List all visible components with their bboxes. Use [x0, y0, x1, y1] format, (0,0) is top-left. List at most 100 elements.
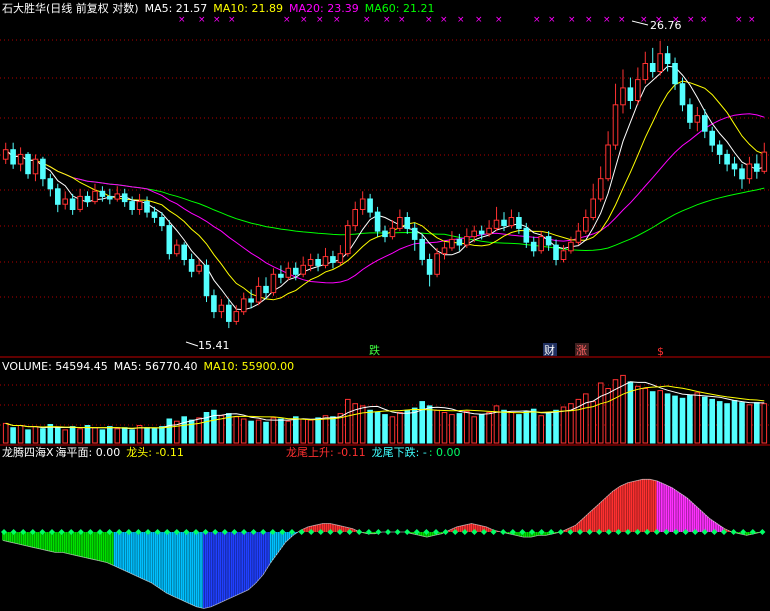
- volume-bar[interactable]: [121, 427, 128, 444]
- volume-bar[interactable]: [55, 427, 61, 444]
- candle[interactable]: [642, 63, 649, 81]
- volume-bar[interactable]: [285, 420, 292, 444]
- candle[interactable]: [285, 267, 292, 278]
- candle[interactable]: [568, 241, 574, 252]
- candle[interactable]: [99, 190, 106, 197]
- candle[interactable]: [293, 267, 299, 275]
- volume-bar[interactable]: [464, 410, 470, 444]
- volume-bar[interactable]: [129, 429, 135, 444]
- candle[interactable]: [107, 195, 113, 200]
- volume-bar[interactable]: [278, 418, 284, 444]
- volume-bar[interactable]: [196, 417, 202, 444]
- volume-bar[interactable]: [553, 409, 559, 444]
- candle[interactable]: [627, 87, 634, 102]
- volume-bar[interactable]: [538, 415, 545, 444]
- candle[interactable]: [17, 153, 24, 165]
- candle[interactable]: [456, 238, 463, 246]
- volume-bar[interactable]: [382, 414, 388, 444]
- candle[interactable]: [575, 230, 582, 243]
- candle[interactable]: [516, 217, 522, 229]
- volume-bar[interactable]: [69, 426, 76, 444]
- volume-bar[interactable]: [345, 398, 351, 444]
- volume-bar[interactable]: [501, 409, 507, 444]
- volume-bar[interactable]: [657, 390, 664, 444]
- volume-bar[interactable]: [25, 429, 31, 444]
- candle[interactable]: [464, 236, 470, 246]
- candle[interactable]: [731, 163, 738, 170]
- candle[interactable]: [679, 83, 686, 106]
- candle[interactable]: [203, 264, 210, 297]
- candle[interactable]: [352, 209, 358, 227]
- event-fall-marker[interactable]: 跌: [369, 343, 380, 357]
- volume-bar[interactable]: [754, 402, 760, 444]
- candle[interactable]: [538, 236, 545, 252]
- volume-bar[interactable]: [159, 426, 165, 444]
- candle[interactable]: [471, 230, 477, 238]
- volume-bar[interactable]: [330, 416, 336, 444]
- volume-bar[interactable]: [449, 414, 455, 444]
- candle[interactable]: [359, 198, 366, 210]
- candle[interactable]: [315, 259, 321, 266]
- volume-bar[interactable]: [248, 420, 254, 444]
- candle[interactable]: [218, 304, 225, 313]
- candle[interactable]: [583, 217, 589, 232]
- volume-bar[interactable]: [605, 388, 611, 444]
- volume-bar[interactable]: [679, 397, 686, 444]
- event-s-marker[interactable]: $: [657, 345, 664, 358]
- candle[interactable]: [144, 201, 150, 213]
- candle[interactable]: [486, 227, 492, 235]
- candle[interactable]: [605, 144, 611, 180]
- candle[interactable]: [181, 244, 187, 261]
- volume-bar[interactable]: [315, 417, 321, 444]
- candle[interactable]: [709, 130, 716, 146]
- candle[interactable]: [40, 158, 46, 180]
- volume-bar[interactable]: [92, 427, 98, 444]
- volume-bar[interactable]: [107, 426, 113, 444]
- candle[interactable]: [560, 250, 567, 261]
- candle[interactable]: [345, 225, 351, 255]
- candle[interactable]: [47, 178, 54, 190]
- volume-bar[interactable]: [649, 391, 656, 444]
- volume-bar[interactable]: [635, 385, 641, 444]
- candle[interactable]: [672, 63, 678, 85]
- volume-bar[interactable]: [77, 428, 83, 444]
- volume-bar[interactable]: [508, 412, 515, 444]
- volume-bar[interactable]: [263, 421, 269, 444]
- volume-bar[interactable]: [597, 382, 604, 444]
- volume-bar[interactable]: [545, 413, 552, 444]
- volume-bar[interactable]: [144, 427, 150, 444]
- volume-bar[interactable]: [359, 405, 366, 444]
- event-rise-marker[interactable]: 涨: [576, 344, 587, 357]
- volume-bar[interactable]: [188, 419, 195, 444]
- candle[interactable]: [419, 238, 425, 260]
- candle[interactable]: [724, 153, 730, 165]
- candle[interactable]: [649, 63, 656, 72]
- candle[interactable]: [32, 158, 39, 175]
- volume-bar[interactable]: [694, 392, 701, 444]
- candle[interactable]: [426, 259, 433, 275]
- candle[interactable]: [754, 163, 760, 172]
- volume-bar[interactable]: [523, 410, 530, 444]
- event-finance-marker[interactable]: 财: [544, 343, 555, 357]
- candle[interactable]: [635, 79, 641, 101]
- candle[interactable]: [136, 201, 143, 211]
- candle[interactable]: [2, 149, 9, 160]
- volume-bar[interactable]: [642, 388, 649, 444]
- candle[interactable]: [307, 259, 314, 266]
- candle[interactable]: [196, 264, 202, 272]
- volume-bar[interactable]: [218, 415, 225, 444]
- candle[interactable]: [226, 304, 232, 322]
- volume-bar[interactable]: [731, 400, 738, 444]
- volume-bar[interactable]: [300, 418, 306, 444]
- candle[interactable]: [10, 149, 16, 165]
- volume-bar[interactable]: [687, 394, 693, 444]
- candle[interactable]: [702, 115, 708, 132]
- candle[interactable]: [664, 53, 671, 65]
- candle[interactable]: [657, 53, 664, 72]
- volume-bar[interactable]: [761, 403, 768, 444]
- candle[interactable]: [694, 115, 701, 123]
- volume-bar[interactable]: [441, 412, 448, 444]
- volume-bar[interactable]: [10, 427, 16, 444]
- candle[interactable]: [84, 195, 91, 203]
- candle[interactable]: [411, 227, 418, 240]
